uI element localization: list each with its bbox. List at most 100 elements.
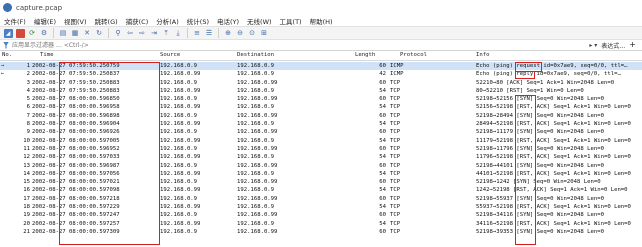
column-no[interactable]: No. xyxy=(2,52,12,58)
zoom-out-icon[interactable]: ⊖ xyxy=(236,29,245,38)
packet-row[interactable]: 14 2002-08-27 08:00:00.597056 192.168.0.99… xyxy=(0,170,642,178)
colorize-icon[interactable]: ☰ xyxy=(205,29,214,38)
packet-row[interactable]: 5 2002-08-27 08:00:00.596850 192.168.0.9 19… xyxy=(0,95,642,103)
column-length[interactable]: Length xyxy=(355,52,375,58)
packet-number: 4 xyxy=(26,87,30,94)
packet-row[interactable]: 10 2002-08-27 08:00:00.597005 192.168.0.99… xyxy=(0,137,642,145)
packet-info: 52198→52156 [SYN] Seq=0 Win=2048 Len=0 xyxy=(476,96,604,103)
reload-icon[interactable]: ↻ xyxy=(95,29,104,38)
packet-destination: 192.168.0.9 xyxy=(237,154,275,161)
save-file-icon[interactable]: ▦ xyxy=(71,29,80,38)
expression-button[interactable]: 表达式… xyxy=(601,41,625,50)
zoom-in-icon[interactable]: ⊕ xyxy=(224,29,233,38)
packet-source: 192.168.0.99 xyxy=(160,137,201,144)
packet-row[interactable]: 13 2002-08-27 08:00:00.596987 192.168.0.9 1… xyxy=(0,162,642,170)
menu-tools[interactable]: 工具(T) xyxy=(276,16,306,26)
capture-options-icon[interactable]: ⚙ xyxy=(40,29,49,38)
packet-protocol: TCP xyxy=(390,145,401,152)
packet-row[interactable]: 19 2002-08-27 08:00:00.597247 192.168.0.9 1… xyxy=(0,211,642,219)
column-source[interactable]: Source xyxy=(160,52,180,58)
packet-time: 2002-08-27 08:00:00.596850 xyxy=(32,96,120,103)
packet-protocol: TCP xyxy=(390,220,401,227)
display-filter-input[interactable] xyxy=(12,40,590,50)
packet-info: 52198→28494 [SYN] Seq=0 Win=2048 Len=0 xyxy=(476,112,604,119)
packet-length: 60 xyxy=(379,228,386,235)
packet-row[interactable]: 9 2002-08-27 08:00:00.596926 192.168.0.9 19… xyxy=(0,128,642,136)
autoscroll-icon[interactable]: ≡ xyxy=(193,29,202,38)
packet-row[interactable]: 6 2002-08-27 08:00:00.596958 192.168.0.99 1… xyxy=(0,103,642,111)
packet-row[interactable]: 11 2002-08-27 08:00:00.596952 192.168.0.9 1… xyxy=(0,145,642,153)
menu-file[interactable]: 文件(F) xyxy=(0,16,30,26)
find-icon[interactable]: ⚲ xyxy=(114,29,123,38)
resize-columns-icon[interactable]: ⊞ xyxy=(260,29,269,38)
menu-wireless[interactable]: 无线(W) xyxy=(243,16,276,26)
packet-destination: 192.168.0.9 xyxy=(237,187,275,194)
packet-row[interactable]: 8 2002-08-27 08:00:00.596904 192.168.0.99 1… xyxy=(0,120,642,128)
packet-row[interactable]: 16 2002-08-27 08:00:00.597098 192.168.0.99… xyxy=(0,186,642,194)
packet-destination: 192.168.0.9 xyxy=(237,87,275,94)
packet-protocol: TCP xyxy=(390,129,401,136)
packet-row[interactable]: 12 2002-08-27 08:00:00.597033 192.168.0.99… xyxy=(0,153,642,161)
start-capture-icon[interactable]: ◢ xyxy=(3,28,13,38)
packet-length: 60 xyxy=(379,96,386,103)
packet-time: 2002-08-27 08:00:00.597056 xyxy=(32,170,120,177)
menu-telephony[interactable]: 电话(Y) xyxy=(213,16,243,26)
open-file-icon[interactable]: ▤ xyxy=(59,29,68,38)
packet-row[interactable]: 4 2002-08-27 07:59:50.250883 192.168.0.99 1… xyxy=(0,87,642,95)
menu-go[interactable]: 跳转(G) xyxy=(91,16,122,26)
packet-row[interactable]: ← 2 2002-08-27 07:59:50.250837 192.168.0.99… xyxy=(0,70,642,78)
packet-length: 54 xyxy=(379,121,386,128)
menu-statistics[interactable]: 统计(S) xyxy=(183,16,213,26)
menu-edit[interactable]: 编辑(E) xyxy=(30,16,60,26)
packet-time: 2002-08-27 07:59:50.250759 xyxy=(32,63,120,69)
column-info[interactable]: Info xyxy=(476,52,489,58)
packet-number: 13 xyxy=(23,162,30,169)
first-packet-icon[interactable]: ⤒ xyxy=(162,29,171,38)
column-protocol[interactable]: Protocol xyxy=(400,52,427,58)
column-destination[interactable]: Destination xyxy=(237,52,274,58)
packet-destination: 192.168.0.9 xyxy=(237,204,275,211)
wireshark-app-icon xyxy=(3,3,12,12)
packet-destination: 192.168.0.9 xyxy=(237,170,275,177)
packet-source: 192.168.0.9 xyxy=(160,162,198,169)
packet-number: 8 xyxy=(26,121,30,128)
packet-destination: 192.168.0.9 xyxy=(237,104,275,111)
back-icon[interactable]: ⇦ xyxy=(126,29,135,38)
packet-time: 2002-08-27 08:00:00.597247 xyxy=(32,212,120,219)
restart-capture-icon[interactable]: ⟳ xyxy=(28,29,37,38)
packet-number: 5 xyxy=(26,96,30,103)
packet-row[interactable]: 21 2002-08-27 08:00:00.597309 192.168.0.9 1… xyxy=(0,228,642,236)
window-title: capture.pcap xyxy=(16,3,63,12)
packet-destination: 192.168.0.99 xyxy=(237,195,278,202)
column-time[interactable]: Time xyxy=(40,52,53,58)
packet-protocol: TCP xyxy=(390,195,401,202)
packet-row[interactable]: 20 2002-08-27 08:00:00.597257 192.168.0.99… xyxy=(0,220,642,228)
filter-bookmark-icon[interactable] xyxy=(3,41,9,49)
filter-apply-arrow-icon[interactable]: ▸ ▾ xyxy=(589,42,597,49)
menu-view[interactable]: 视图(V) xyxy=(60,16,91,26)
go-to-packet-icon[interactable]: ⇥ xyxy=(150,29,159,38)
packet-row[interactable]: 7 2002-08-27 08:00:00.596898 192.168.0.9 19… xyxy=(0,112,642,120)
packet-source: 192.168.0.9 xyxy=(160,228,198,235)
packet-number: 3 xyxy=(26,79,30,86)
normal-size-icon[interactable]: ⊙ xyxy=(248,29,257,38)
menu-capture[interactable]: 捕获(C) xyxy=(122,16,153,26)
add-filter-button[interactable]: + xyxy=(629,41,636,49)
packet-row[interactable]: → 1 2002-08-27 07:59:50.250759 192.168.0.9 1… xyxy=(0,62,642,71)
packet-row[interactable]: 18 2002-08-27 08:00:00.597229 192.168.0.99… xyxy=(0,203,642,211)
packet-length: 54 xyxy=(379,104,386,111)
packet-number: 9 xyxy=(26,129,30,136)
close-file-icon[interactable]: ✕ xyxy=(83,29,92,38)
packet-info: 52198→44101 [SYN] Seq=0 Win=2048 Len=0 xyxy=(476,162,604,169)
packet-row[interactable]: 17 2002-08-27 08:00:00.597218 192.168.0.9 1… xyxy=(0,195,642,203)
menu-analyze[interactable]: 分析(A) xyxy=(152,16,183,26)
menu-help[interactable]: 帮助(H) xyxy=(306,16,337,26)
last-packet-icon[interactable]: ⤓ xyxy=(174,29,183,38)
packet-row[interactable]: 3 2002-08-27 07:59:50.250883 192.168.0.9 19… xyxy=(0,79,642,87)
packet-row[interactable]: 15 2002-08-27 08:00:00.597021 192.168.0.9 1… xyxy=(0,178,642,186)
packet-length: 60 xyxy=(379,162,386,169)
stop-capture-icon[interactable] xyxy=(15,28,25,38)
forward-icon[interactable]: ⇨ xyxy=(138,29,147,38)
packet-destination: 192.168.0.9 xyxy=(237,71,275,78)
packet-length: 60 xyxy=(379,63,386,69)
